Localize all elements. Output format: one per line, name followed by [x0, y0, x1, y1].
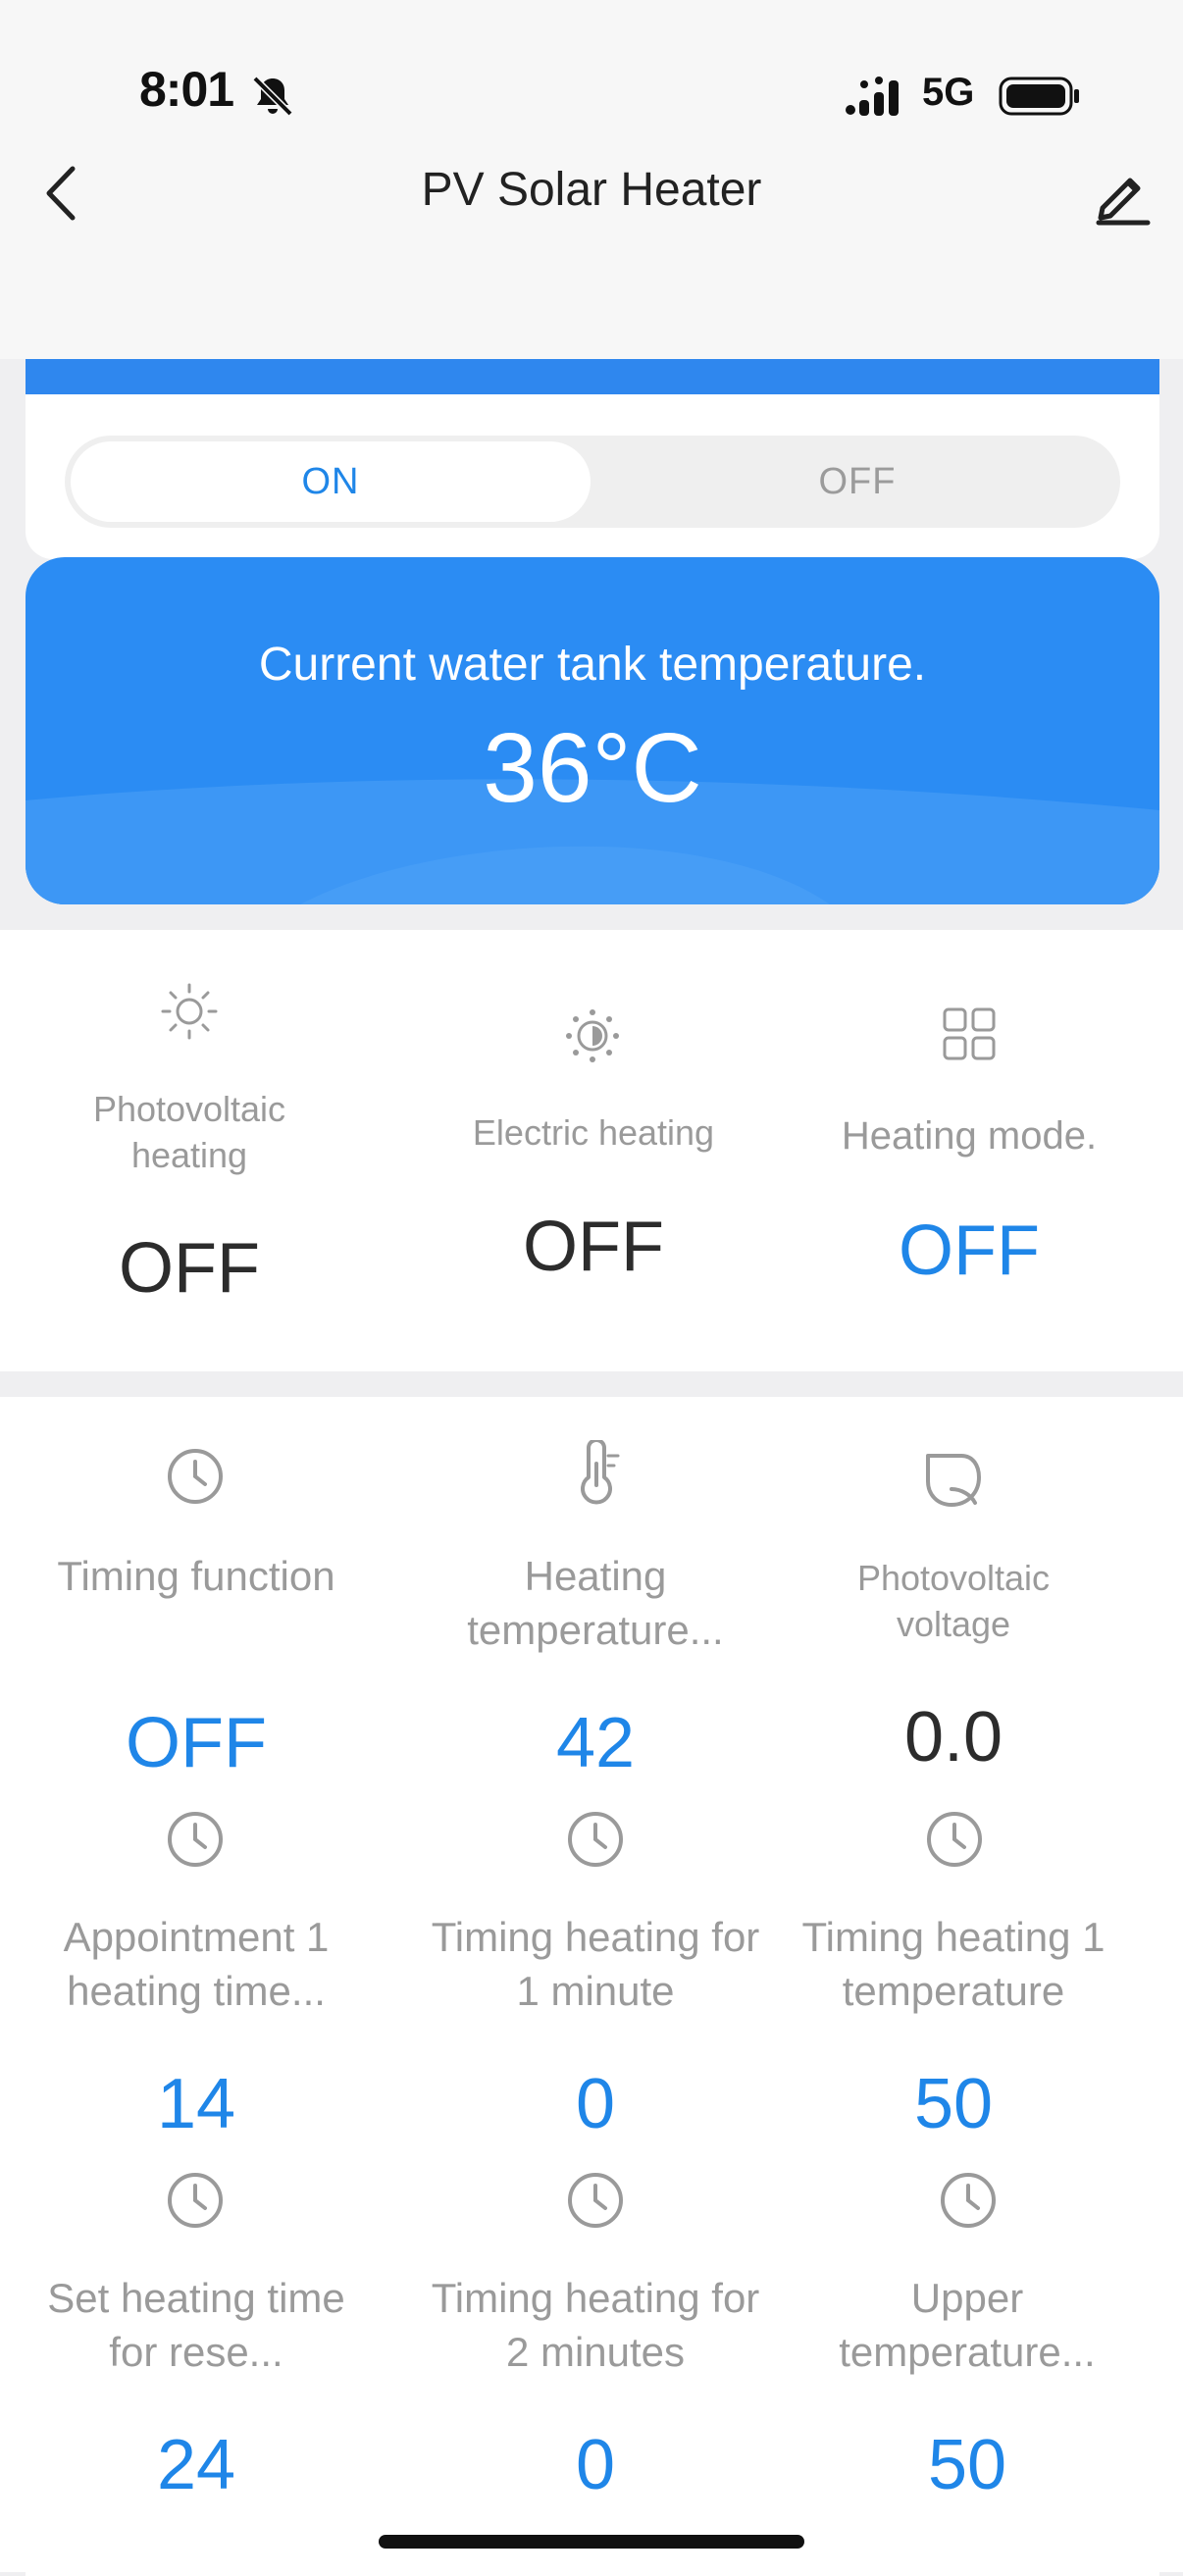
- clock-icon: [168, 1812, 223, 1867]
- status-time: 8:01: [139, 62, 234, 117]
- status-value: OFF: [119, 1229, 260, 1308]
- status-label: Photovoltaic heating: [92, 1089, 286, 1175]
- status-label: Heating mode.: [841, 1114, 1098, 1158]
- network-type: 5G: [922, 71, 975, 114]
- clock-icon: [568, 1812, 623, 1867]
- grid-value: 50: [927, 2426, 1007, 2504]
- brightness-icon: [566, 1009, 619, 1062]
- grid-value: 0.0: [903, 1698, 1003, 1777]
- clock-icon: [568, 2173, 623, 2228]
- top-bar: 8:01 5G PV Solar Heater: [0, 0, 1183, 359]
- leaf-icon: [926, 1454, 981, 1507]
- grid-label: Heating temperature...: [467, 1553, 724, 1653]
- toggle-off-option[interactable]: OFF: [594, 436, 1120, 528]
- grid-value: 24: [156, 2426, 236, 2504]
- clock-icon: [941, 2173, 996, 2228]
- power-toggle[interactable]: ON OFF: [65, 436, 1120, 528]
- grid-label: Upper temperature...: [839, 2275, 1096, 2375]
- parameters-grid: Timing function OFF Heating temperature.…: [0, 1397, 1183, 2572]
- grid-value: 14: [156, 2065, 236, 2143]
- toggle-on-option[interactable]: ON: [71, 441, 591, 522]
- sun-icon: [161, 983, 218, 1040]
- status-value: OFF: [523, 1208, 664, 1286]
- tank-temperature-label: Current water tank temperature.: [258, 639, 927, 691]
- tank-temperature-value: 36°C: [483, 713, 702, 823]
- status-value: OFF: [899, 1211, 1040, 1290]
- edit-pencil-icon[interactable]: [1093, 165, 1152, 226]
- status-label: Electric heating: [472, 1112, 715, 1153]
- grid-label: Photovoltaic voltage: [856, 1558, 1051, 1644]
- grid-value: 0: [575, 2426, 616, 2504]
- clock-icon: [168, 2173, 223, 2228]
- status-section: Photovoltaic heating OFF Electric heatin…: [0, 930, 1183, 1371]
- power-card-banner: [26, 359, 1159, 394]
- grid-value: 42: [555, 1704, 636, 1782]
- grid-value: 0: [575, 2065, 616, 2143]
- grid-icon: [943, 1007, 996, 1060]
- grid-label: Set heating time for rese...: [47, 2275, 345, 2375]
- power-card: ON OFF: [26, 359, 1159, 559]
- clock-icon: [168, 1449, 223, 1504]
- home-indicator[interactable]: [379, 2535, 804, 2549]
- page-title: PV Solar Heater: [421, 164, 762, 216]
- grid-label: Timing heating 1 temperature: [801, 1914, 1106, 2014]
- thermometer-icon: [581, 1440, 620, 1505]
- battery-icon: [999, 77, 1079, 116]
- grid-label: Appointment 1 heating time...: [63, 1914, 330, 2014]
- grid-label: Timing heating for 2 minutes: [431, 2275, 760, 2375]
- grid-value: OFF: [126, 1704, 267, 1782]
- bell-muted-icon: [252, 76, 293, 117]
- cellular-signal-icon: [846, 77, 899, 116]
- grid-label: Timing heating for 1 minute: [431, 1914, 760, 2014]
- clock-icon: [927, 1812, 982, 1867]
- grid-value: 50: [913, 2065, 994, 2143]
- grid-label: Timing function: [57, 1553, 335, 1599]
- tank-temperature-card: Current water tank temperature. 36°C: [26, 557, 1159, 904]
